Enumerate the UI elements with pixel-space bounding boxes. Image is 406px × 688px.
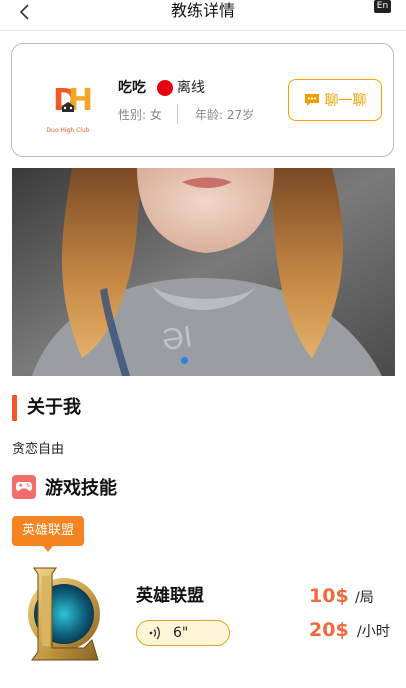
svg-text:Duo High Club: Duo High Club (46, 127, 89, 134)
price-unit-hour: /小时 (357, 624, 390, 640)
league-of-legends-logo-icon (22, 562, 102, 666)
svg-text:ƏI: ƏI (160, 320, 195, 357)
meta-divider (177, 104, 178, 124)
skills-section-title: 游戏技能 (45, 478, 117, 499)
gamepad-icon (12, 475, 36, 499)
language-toggle[interactable]: En (374, 0, 391, 13)
price-unit-game: /局 (355, 590, 374, 606)
svg-text:H: H (68, 83, 93, 118)
game-category-tag[interactable]: 英雄联盟 (12, 516, 84, 546)
about-text: 贪恋自由 (12, 442, 65, 457)
avatar: D H Duo High Club (40, 72, 96, 142)
portrait-photo: ƏI (12, 168, 395, 376)
coach-name: 吃吃 (118, 80, 146, 96)
section-accent-bar (12, 395, 17, 421)
gender-label: 性别: 女 (118, 108, 162, 122)
voice-intro-button[interactable]: 6" (136, 620, 230, 646)
page-title: 教练详情 (170, 1, 235, 20)
chat-bubble-icon (304, 94, 319, 106)
status-dot-icon (157, 80, 173, 96)
status-text: 离线 (177, 80, 205, 96)
tag-pointer (43, 546, 53, 552)
price-per-game: 10$ (309, 585, 349, 607)
game-name: 英雄联盟 (136, 586, 204, 606)
voice-duration: 6" (173, 625, 189, 641)
sound-wave-icon (149, 626, 160, 640)
club-logo-icon: D H Duo High Club (46, 83, 93, 134)
chat-button-label: 聊一聊 (324, 93, 367, 109)
price-per-hour: 20$ (309, 619, 349, 641)
carousel-indicator-dot[interactable] (181, 357, 188, 364)
about-section-title: 关于我 (27, 397, 81, 418)
coach-photo[interactable]: ƏI (12, 168, 395, 376)
age-label: 年龄: 27岁 (195, 108, 255, 122)
chat-button[interactable]: 聊一聊 (288, 79, 382, 121)
